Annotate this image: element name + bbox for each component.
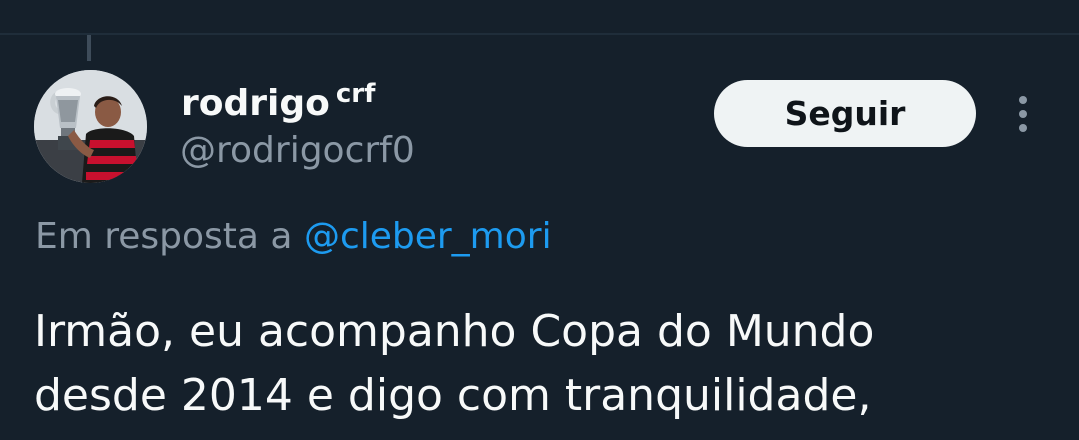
author-handle[interactable]: @rodrigocrf0 <box>180 128 415 174</box>
more-options-icon[interactable] <box>1008 94 1038 134</box>
reply-prefix: Em resposta a <box>35 216 293 257</box>
thread-connector-line <box>87 35 91 61</box>
tweet-text-line: desde 2014 e digo com tranquilidade, <box>34 370 872 421</box>
author-display-name[interactable]: rodrigo crf <box>181 72 375 126</box>
author-name-text: rodrigo <box>181 83 330 124</box>
reply-context: Em resposta a @cleber_mori <box>35 213 552 261</box>
more-dot <box>1019 124 1027 132</box>
author-name-suffix: crf <box>335 79 376 109</box>
avatar-photo-icon <box>34 70 147 183</box>
reply-mention-link[interactable]: @cleber_mori <box>304 216 552 257</box>
top-divider <box>0 33 1079 35</box>
avatar[interactable] <box>34 70 147 183</box>
follow-button[interactable]: Seguir <box>714 80 976 147</box>
more-dot <box>1019 110 1027 118</box>
tweet-text: Irmão, eu acompanho Copa do Mundo desde … <box>34 300 1074 428</box>
tweet-view: rodrigo crf @rodrigocrf0 Seguir Em respos… <box>0 0 1079 440</box>
more-dot <box>1019 96 1027 104</box>
tweet-text-line: Irmão, eu acompanho Copa do Mundo <box>34 306 875 357</box>
